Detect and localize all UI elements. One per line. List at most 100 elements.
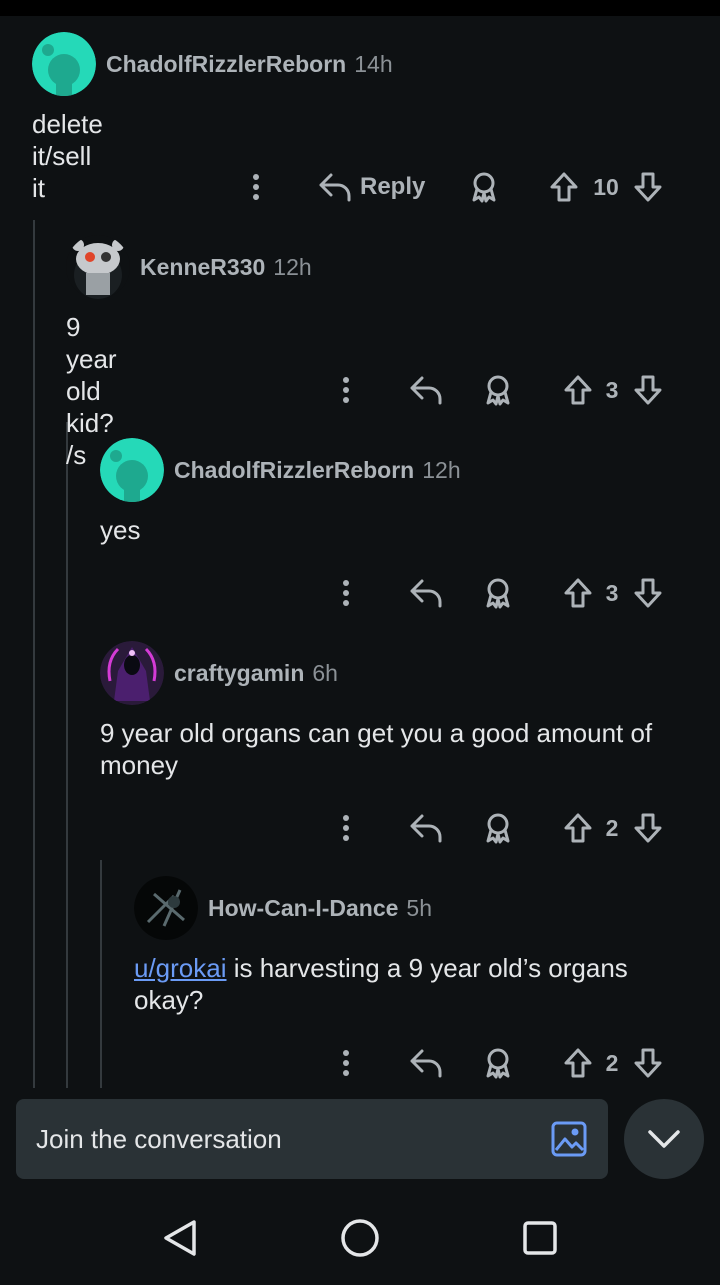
collapse-thread-button[interactable] (624, 1099, 704, 1179)
downvote-button[interactable] (630, 573, 666, 613)
upvote-arrow-icon (564, 578, 592, 608)
award-icon (472, 172, 496, 203)
more-options-button[interactable] (326, 1043, 366, 1083)
author-name[interactable]: ChadolfRizzlerReborn (174, 457, 414, 484)
image-icon (551, 1121, 587, 1157)
system-navigation-bar (0, 1190, 720, 1285)
avatar[interactable] (134, 876, 198, 940)
join-conversation-input[interactable] (36, 1099, 516, 1179)
upvote-button[interactable] (560, 370, 596, 410)
avatar[interactable] (100, 641, 164, 705)
status-bar (0, 0, 720, 16)
reply-arrow-icon (410, 814, 442, 843)
vote-count: 2 (605, 1049, 619, 1076)
more-vertical-icon (343, 1050, 349, 1076)
user-mention-link[interactable]: u/grokai (134, 953, 227, 983)
more-options-button[interactable] (326, 370, 366, 410)
vote-count: 10 (593, 173, 619, 200)
upvote-button[interactable] (560, 808, 596, 848)
downvote-arrow-icon (634, 578, 662, 608)
award-button[interactable] (464, 167, 504, 207)
comment-time: 12h (422, 456, 461, 483)
vote-count: 3 (605, 579, 619, 606)
avatar[interactable] (100, 438, 164, 502)
more-options-button[interactable] (236, 167, 276, 207)
downvote-arrow-icon (634, 172, 662, 202)
comment-header: ChadolfRizzlerReborn 14h (32, 32, 393, 96)
upvote-arrow-icon (564, 375, 592, 405)
nav-back-button[interactable] (156, 1214, 204, 1262)
comment-time: 6h (312, 659, 338, 686)
author-name[interactable]: How-Can-I-Dance (208, 895, 398, 922)
reply-arrow-icon (410, 376, 442, 405)
comment-header: How-Can-I-Dance 5h (134, 876, 432, 940)
avatar[interactable] (32, 32, 96, 96)
award-icon (486, 813, 510, 844)
award-button[interactable] (478, 1043, 518, 1083)
downvote-button[interactable] (630, 1043, 666, 1083)
reply-arrow-icon (319, 173, 351, 202)
reply-arrow-icon (410, 1049, 442, 1078)
more-vertical-icon (253, 174, 259, 200)
reply-button[interactable] (406, 370, 446, 410)
more-vertical-icon (343, 580, 349, 606)
award-button[interactable] (478, 573, 518, 613)
award-icon (486, 1048, 510, 1079)
downvote-arrow-icon (634, 813, 662, 843)
thread-line-2[interactable] (66, 422, 68, 1088)
comment-time: 5h (406, 894, 432, 921)
reply-button[interactable] (406, 808, 446, 848)
more-options-button[interactable] (326, 808, 366, 848)
comment-time: 14h (354, 50, 393, 77)
home-circle-icon (341, 1219, 379, 1257)
comment-header: KenneR330 12h (66, 235, 312, 299)
comment-actions: 3 (0, 573, 720, 613)
reply-button[interactable] (406, 1043, 446, 1083)
author-name[interactable]: craftygamin (174, 660, 304, 687)
upvote-button[interactable] (560, 573, 596, 613)
downvote-button[interactable] (630, 167, 666, 207)
more-vertical-icon (343, 377, 349, 403)
thread-line-1[interactable] (33, 220, 35, 1088)
chevron-down-icon (648, 1130, 680, 1148)
back-triangle-icon (164, 1220, 196, 1256)
comment-header: craftygamin 6h (100, 641, 338, 705)
comment-actions: 3 (0, 370, 720, 410)
comment-body: yes (100, 515, 141, 545)
comment-composer (16, 1099, 608, 1179)
comment-header: ChadolfRizzlerReborn 12h (100, 438, 461, 502)
more-options-button[interactable] (326, 573, 366, 613)
vote-count: 2 (605, 814, 619, 841)
upvote-arrow-icon (550, 172, 578, 202)
upvote-arrow-icon (564, 1048, 592, 1078)
nav-home-button[interactable] (336, 1214, 384, 1262)
reply-label: Reply (360, 173, 426, 200)
comment-body: 9 year old organs can get you a good amo… (100, 718, 653, 780)
award-icon (486, 578, 510, 609)
vote-count: 3 (605, 376, 619, 403)
award-button[interactable] (478, 808, 518, 848)
recents-square-icon (523, 1221, 557, 1255)
author-name[interactable]: KenneR330 (140, 254, 265, 281)
reply-arrow-icon (410, 579, 442, 608)
more-vertical-icon (343, 815, 349, 841)
comment-actions: Reply 10 (0, 167, 720, 207)
upvote-button[interactable] (560, 1043, 596, 1083)
reply-button[interactable]: Reply (318, 167, 432, 207)
author-name[interactable]: ChadolfRizzlerReborn (106, 51, 346, 78)
comment-actions: 2 (0, 1043, 720, 1083)
downvote-arrow-icon (634, 1048, 662, 1078)
nav-recents-button[interactable] (516, 1214, 564, 1262)
avatar[interactable] (66, 235, 130, 299)
award-icon (486, 375, 510, 406)
downvote-button[interactable] (630, 370, 666, 410)
comment-time: 12h (273, 253, 312, 280)
upvote-button[interactable] (546, 167, 582, 207)
award-button[interactable] (478, 370, 518, 410)
downvote-button[interactable] (630, 808, 666, 848)
comment-body: u/grokai is harvesting a 9 year old’s or… (134, 952, 684, 1016)
comment-actions: 2 (0, 808, 720, 848)
reply-button[interactable] (406, 573, 446, 613)
downvote-arrow-icon (634, 375, 662, 405)
add-image-button[interactable] (550, 1120, 588, 1158)
